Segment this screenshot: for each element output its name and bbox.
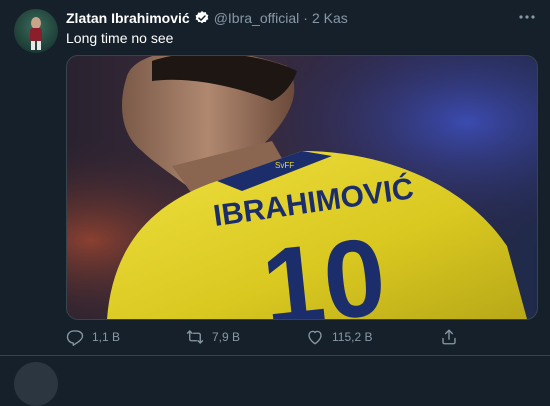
retweet-icon (186, 330, 204, 344)
tweet-header: Zlatan Ibrahimović @Ibra_official · 2 Ka… (66, 9, 540, 27)
author-avatar[interactable] (14, 9, 58, 53)
tweet-text: Long time no see (66, 30, 174, 46)
retweet-count: 7,9 B (212, 330, 241, 344)
like-button[interactable]: 115,2 B (306, 326, 372, 348)
tweet-divider (0, 355, 550, 356)
like-count: 115,2 B (332, 330, 373, 344)
author-handle[interactable]: @Ibra_official (214, 10, 300, 26)
share-icon (442, 329, 456, 345)
jersey-number: 10 (257, 215, 392, 319)
header-separator: · (303, 10, 308, 26)
reply-button[interactable]: 1,1 B (66, 326, 120, 348)
tweet-media-image[interactable]: SvFF IBRAHIMOVIĆ 10 (66, 55, 538, 320)
verified-badge-icon (194, 10, 210, 26)
reply-icon (66, 330, 84, 346)
tweet[interactable]: Zlatan Ibrahimović @Ibra_official · 2 Ka… (0, 0, 550, 355)
retweet-button[interactable]: 7,9 B (186, 326, 240, 348)
next-tweet-avatar[interactable] (14, 362, 58, 406)
reply-count: 1,1 B (92, 330, 121, 344)
collar-text: SvFF (275, 161, 294, 170)
author-name[interactable]: Zlatan Ibrahimović (66, 10, 190, 26)
tweet-actions: 1,1 B 7,9 B 115,2 B (66, 326, 536, 348)
tweet-date[interactable]: 2 Kas (312, 10, 348, 26)
share-button[interactable] (440, 326, 466, 348)
more-horizontal-icon[interactable] (518, 8, 536, 26)
like-icon (308, 330, 322, 345)
